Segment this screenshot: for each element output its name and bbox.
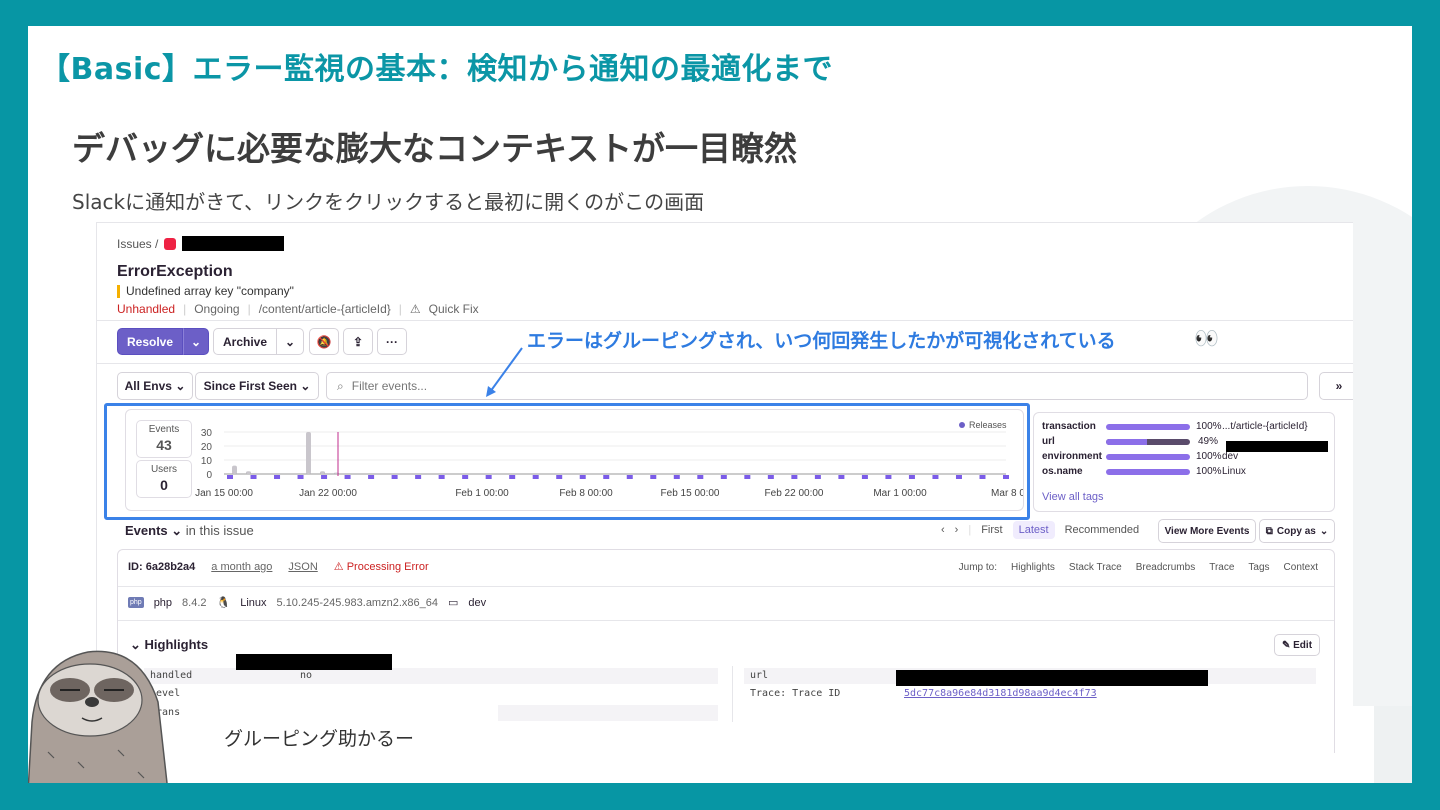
- eyes-emoji: 👀: [1194, 326, 1219, 350]
- annotation-text: エラーはグルーピングされ、いつ何回発生したかが可視化されている: [527, 330, 1116, 352]
- annotation-arrow: [486, 347, 523, 397]
